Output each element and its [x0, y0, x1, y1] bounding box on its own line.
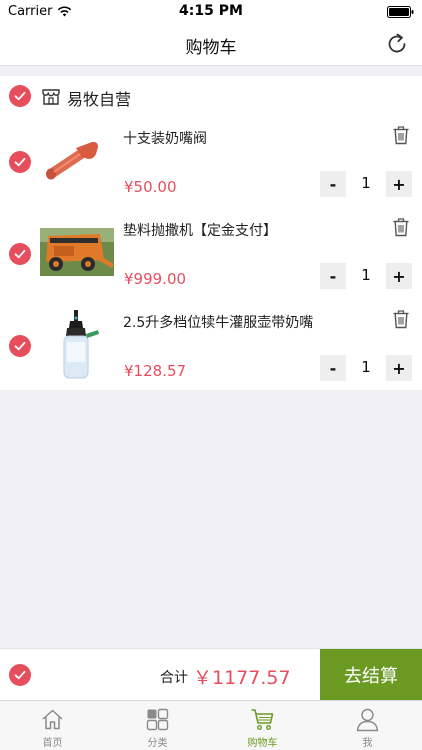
increase-button[interactable]: + — [386, 263, 412, 289]
category-icon — [146, 708, 169, 731]
status-bar: Carrier 4:15 PM — [0, 0, 422, 22]
nav-bar: 购物车 — [0, 22, 422, 66]
checkmark-icon — [14, 341, 26, 351]
cart-item: 2.5升多档位犊牛灌服壶带奶嘴 ¥128.57 - 1 + — [0, 300, 422, 392]
tab-cart[interactable]: 购物车 — [210, 701, 315, 750]
status-time: 4:15 PM — [179, 3, 243, 19]
tab-label: 首页 — [42, 738, 63, 749]
increase-button[interactable]: + — [386, 171, 412, 197]
product-image-litter-spreader[interactable] — [40, 216, 114, 290]
checkmark-icon — [14, 157, 26, 167]
item-select-checkbox[interactable] — [9, 151, 31, 173]
store-header: 易牧自营 — [0, 76, 422, 116]
checkmark-icon — [14, 249, 26, 259]
item-select-checkbox[interactable] — [9, 243, 31, 265]
item-price: ¥50.00 — [124, 178, 177, 196]
item-title[interactable]: 垫料抛撒机【定金支付】 — [123, 220, 277, 240]
item-price: ¥999.00 — [124, 270, 187, 288]
item-select-checkbox[interactable] — [9, 335, 31, 357]
quantity-value[interactable]: 1 — [346, 266, 386, 284]
checkmark-icon — [14, 91, 26, 101]
quantity-value[interactable]: 1 — [346, 358, 386, 376]
decrease-button[interactable]: - — [320, 263, 346, 289]
tab-profile[interactable]: 我 — [315, 701, 420, 750]
product-image-nipple-valve[interactable] — [40, 124, 114, 198]
checkout-button[interactable]: 去结算 — [320, 649, 422, 701]
cart-item: 垫料抛撒机【定金支付】 ¥999.00 - 1 + — [0, 208, 422, 300]
tab-label: 分类 — [147, 738, 168, 749]
trash-icon[interactable] — [392, 125, 410, 145]
page-title: 购物车 — [185, 38, 237, 58]
tab-label: 我 — [362, 738, 373, 749]
product-image-feeding-bottle[interactable] — [40, 308, 114, 382]
checkout-bar: 合计 ￥1177.57 去结算 — [0, 648, 422, 701]
tab-bar: 首页 分类 购物车 我 — [0, 700, 422, 750]
tab-label: 购物车 — [247, 738, 278, 749]
tab-home[interactable]: 首页 — [0, 701, 105, 750]
trash-icon[interactable] — [392, 309, 410, 329]
home-icon — [42, 709, 63, 730]
decrease-button[interactable]: - — [320, 171, 346, 197]
checkmark-icon — [14, 670, 26, 680]
quantity-value[interactable]: 1 — [346, 174, 386, 192]
profile-icon — [356, 708, 379, 732]
trash-icon[interactable] — [392, 217, 410, 237]
quantity-stepper: - 1 + — [320, 171, 412, 197]
store-icon — [42, 89, 60, 105]
item-title[interactable]: 2.5升多档位犊牛灌服壶带奶嘴 — [123, 312, 313, 332]
increase-button[interactable]: + — [386, 355, 412, 381]
cart-list: 易牧自营 十支装奶嘴阀 ¥50.00 - 1 + 垫料抛撒机【定金支付】 ¥99… — [0, 76, 422, 390]
quantity-stepper: - 1 + — [320, 263, 412, 289]
total-amount: ￥1177.57 — [193, 667, 291, 689]
quantity-stepper: - 1 + — [320, 355, 412, 381]
total-label: 合计 — [160, 670, 188, 686]
select-all-checkbox[interactable] — [9, 664, 31, 686]
tab-category[interactable]: 分类 — [105, 701, 210, 750]
decrease-button[interactable]: - — [320, 355, 346, 381]
cart-item: 十支装奶嘴阀 ¥50.00 - 1 + — [0, 116, 422, 208]
cart-icon — [251, 709, 274, 731]
store-select-checkbox[interactable] — [9, 85, 31, 107]
item-title[interactable]: 十支装奶嘴阀 — [123, 128, 207, 148]
item-price: ¥128.57 — [124, 362, 187, 380]
refresh-icon[interactable] — [384, 31, 410, 57]
store-name: 易牧自营 — [67, 90, 132, 109]
battery-icon — [387, 6, 414, 18]
